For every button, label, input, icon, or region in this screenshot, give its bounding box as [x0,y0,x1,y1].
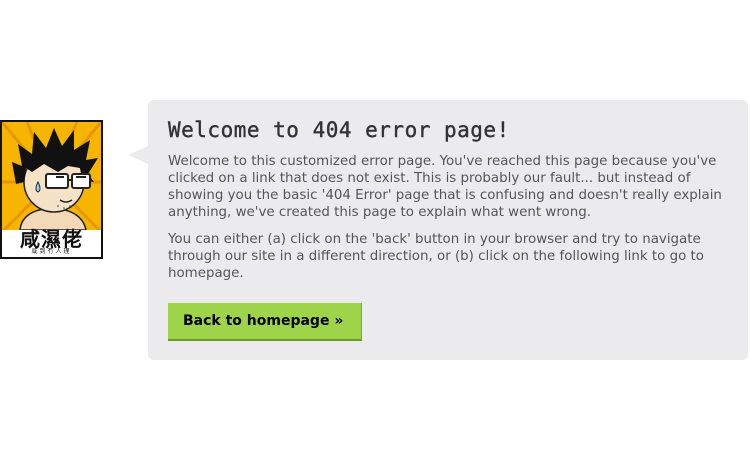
site-mascot-avatar: 咸濕佬 咸到冇人理 [0,120,103,259]
error-message-bubble: Welcome to 404 error page! Welcome to th… [128,100,748,360]
speech-bubble-tail [128,146,148,164]
error-explanation-paragraph: Welcome to this customized error page. Y… [168,154,722,220]
back-to-homepage-button[interactable]: Back to homepage » [168,303,362,341]
avatar-tagline: 咸到冇人理 [31,248,72,255]
navigation-instructions-paragraph: You can either (a) click on the 'back' b… [168,232,704,281]
page-title: Welcome to 404 error page! [168,118,510,142]
avatar-logo-text: 咸濕佬 [20,227,83,251]
